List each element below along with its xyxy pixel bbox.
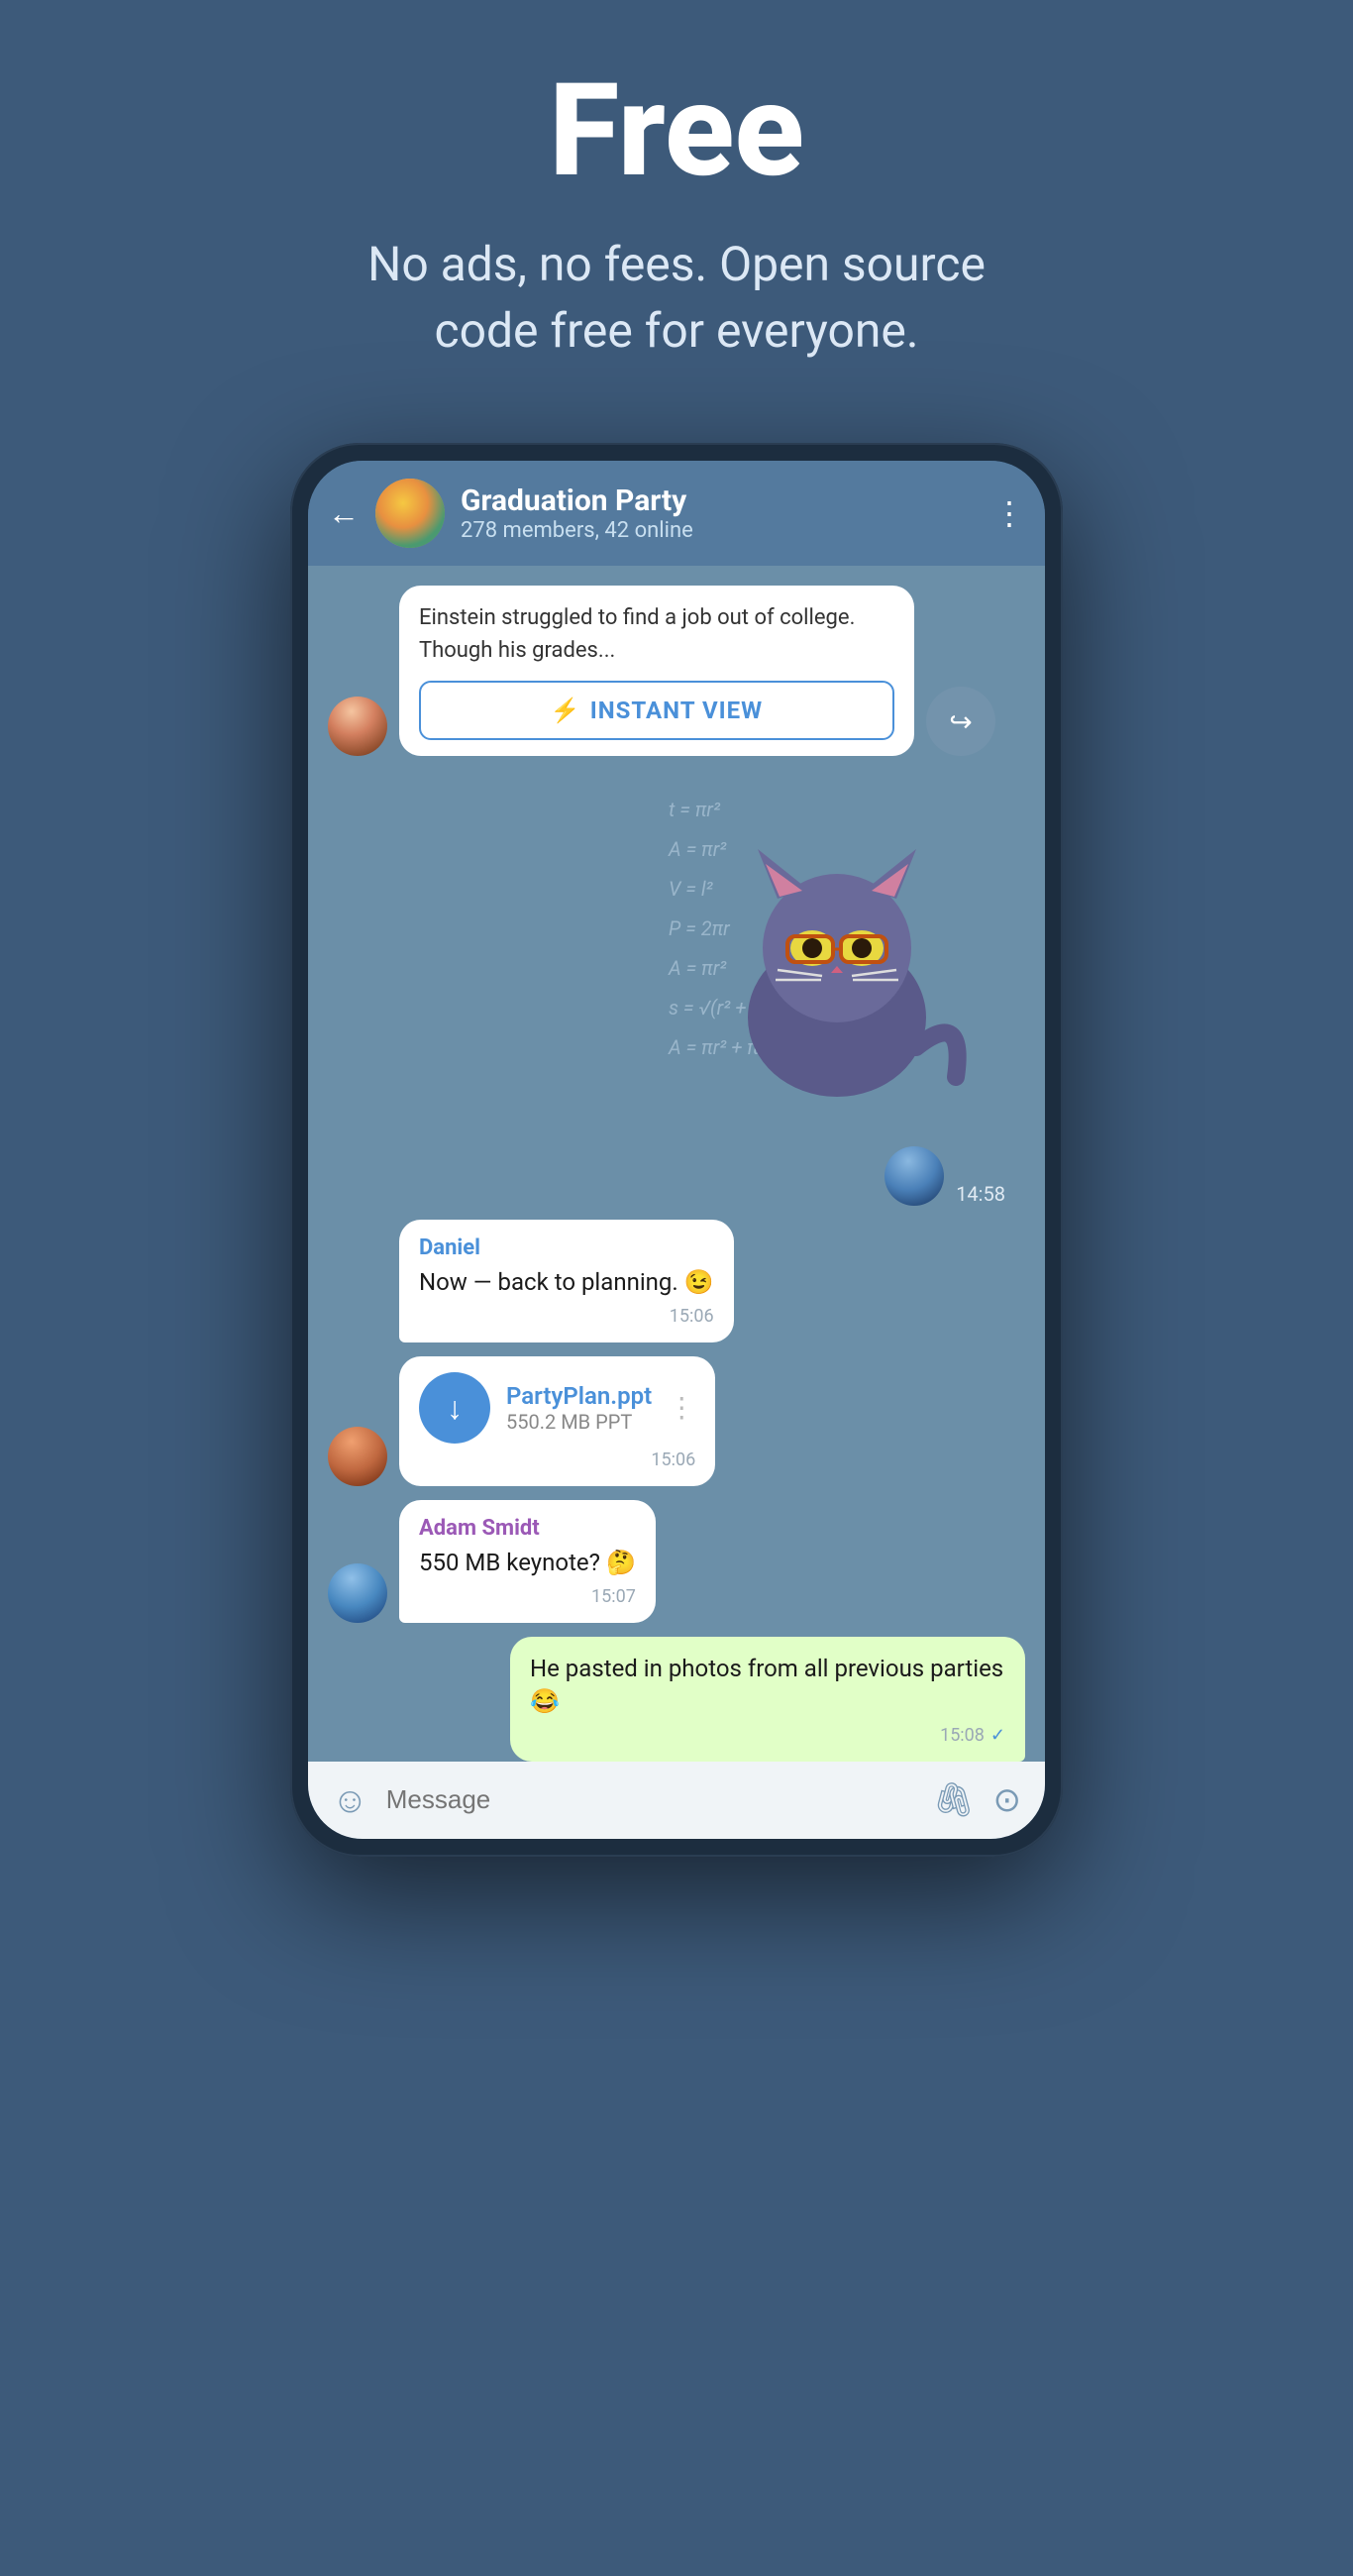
hero-subtitle: No ads, no fees. Open source code free f… [330,231,1023,364]
avatar-boy2 [328,1427,387,1486]
message-input[interactable] [386,1784,915,1815]
hero-title: Free [549,59,804,201]
file-message-row: ↓ PartyPlan.ppt 550.2 MB PPT ⋮ 15:06 [328,1356,1025,1486]
chat-header: ← Graduation Party 278 members, 42 onlin… [308,461,1045,566]
group-avatar-image [375,479,445,548]
own-message-time: 15:08 ✓ [530,1725,1005,1746]
attachment-button[interactable]: 🖇 [932,1780,975,1820]
file-message-time: 15:06 [419,1449,695,1470]
file-row: ↓ PartyPlan.ppt 550.2 MB PPT ⋮ [419,1372,695,1444]
file-bubble: ↓ PartyPlan.ppt 550.2 MB PPT ⋮ 15:06 [399,1356,715,1486]
own-message-row: He pasted in photos from all previous pa… [328,1637,1025,1762]
chat-info: Graduation Party 278 members, 42 online [461,483,978,543]
own-message-bubble: He pasted in photos from all previous pa… [510,1637,1025,1762]
emoji-button[interactable]: ☺ [332,1779,368,1821]
daniel-message-time: 15:06 [419,1306,714,1327]
daniel-message-text: Now — back to planning. 😉 [419,1266,714,1300]
daniel-sender-name: Daniel [419,1235,714,1260]
article-message-row: Einstein struggled to find a job out of … [328,586,1025,756]
download-icon: ↓ [447,1389,463,1427]
adam-bubble: Adam Smidt 550 MB keynote? 🤔 15:07 [399,1500,656,1623]
adam-message-row: Adam Smidt 550 MB keynote? 🤔 15:07 [328,1500,1025,1623]
article-bubble: Einstein struggled to find a job out of … [399,586,914,756]
share-icon: ↪ [949,705,972,738]
adam-message-text: 550 MB keynote? 🤔 [419,1547,636,1580]
group-name: Graduation Party [461,483,978,518]
chat-body: Einstein struggled to find a job out of … [308,566,1045,1761]
sticker-container: t = πr² A = πr² V = l² P = 2πr A = πr² s… [649,770,1025,1146]
instant-view-icon: ⚡ [551,697,580,724]
instant-view-label: INSTANT VIEW [590,697,763,724]
group-status: 278 members, 42 online [461,518,978,543]
sticker-message-area: t = πr² A = πr² V = l² P = 2πr A = πr² s… [328,770,1025,1206]
file-info: PartyPlan.ppt 550.2 MB PPT [506,1382,652,1434]
avatar-boy3 [328,1563,387,1623]
chat-menu-button[interactable]: ⋮ [993,494,1025,532]
avatar-boy1 [885,1146,944,1206]
sticker-time: 14:58 [956,1182,1005,1206]
daniel-bubble: Daniel Now — back to planning. 😉 15:06 [399,1220,734,1342]
file-menu-button[interactable]: ⋮ [668,1391,695,1424]
chat-input-bar: ☺ 🖇 ⊙ [308,1762,1045,1839]
avatar-girl [328,697,387,756]
sticker-avatar-row: 14:58 [885,1146,1015,1206]
own-message-text: He pasted in photos from all previous pa… [530,1653,1005,1719]
file-download-button[interactable]: ↓ [419,1372,490,1444]
article-preview-text: Einstein struggled to find a job out of … [419,601,894,667]
checkmark-icon: ✓ [990,1725,1005,1746]
back-button[interactable]: ← [328,497,360,529]
phone-mockup: ← Graduation Party 278 members, 42 onlin… [290,443,1063,1856]
cat-sticker [698,809,976,1107]
share-button[interactable]: ↪ [926,687,995,756]
adam-sender-name: Adam Smidt [419,1516,636,1541]
phone-screen: ← Graduation Party 278 members, 42 onlin… [308,461,1045,1838]
adam-message-time: 15:07 [419,1586,636,1607]
file-size: 550.2 MB PPT [506,1410,652,1434]
own-time-value: 15:08 [940,1725,985,1746]
file-name: PartyPlan.ppt [506,1382,652,1410]
daniel-message-row: Daniel Now — back to planning. 😉 15:06 [328,1220,1025,1342]
instant-view-button[interactable]: ⚡ INSTANT VIEW [419,681,894,740]
camera-button[interactable]: ⊙ [993,1780,1022,1820]
group-avatar [375,479,445,548]
